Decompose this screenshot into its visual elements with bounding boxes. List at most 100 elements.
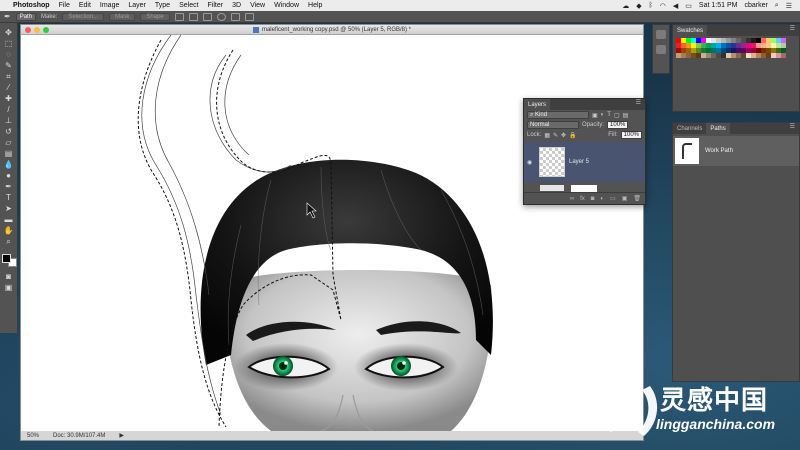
clock[interactable]: Sat 1:51 PM — [699, 2, 738, 9]
filter-adjustment-icon[interactable]: ◐ — [601, 112, 605, 118]
volume-icon[interactable]: ◀ — [673, 2, 678, 10]
layer-rename-field[interactable] — [571, 185, 597, 192]
zoom-tool-icon[interactable]: ⌕ — [3, 237, 15, 246]
spotlight-icon[interactable]: ⌕ — [775, 2, 779, 10]
swatch-grid[interactable] — [673, 36, 799, 60]
notification-center-icon[interactable]: ☰ — [786, 2, 792, 10]
layer-style-icon[interactable]: fx — [580, 196, 585, 202]
blur-tool-icon[interactable]: 💧 — [3, 160, 15, 169]
path-arrangement-icon[interactable] — [202, 12, 212, 21]
blend-mode-select[interactable]: Normal — [527, 121, 579, 129]
quick-mask-icon[interactable]: ◙ — [3, 272, 15, 281]
layer-row[interactable]: ◉ Layer 5 — [524, 142, 645, 182]
panel-menu-icon[interactable]: ☰ — [636, 99, 645, 110]
document-info[interactable]: Doc: 30.9M/107.4M — [53, 433, 105, 439]
path-selection-tool-icon[interactable]: ➤ — [3, 204, 15, 213]
lock-transparent-icon[interactable]: ▦ — [544, 132, 550, 139]
layer-name[interactable]: Layer 5 — [569, 159, 589, 165]
wifi-icon[interactable]: ◠ — [660, 2, 666, 10]
zoom-window-button[interactable] — [43, 27, 49, 33]
opacity-input[interactable]: 100% — [607, 121, 629, 129]
menu-select[interactable]: Select — [179, 2, 198, 9]
document-title-bar[interactable]: maleficent_working copy.psd @ 50% (Layer… — [21, 25, 643, 35]
color-swatches[interactable] — [1, 254, 17, 270]
foreground-color-swatch[interactable] — [1, 254, 11, 263]
tab-layers[interactable]: Layers — [524, 99, 551, 110]
user-name[interactable]: cbarker — [744, 2, 767, 9]
gradient-tool-icon[interactable]: ▤ — [3, 149, 15, 158]
status-menu-arrow-icon[interactable]: ▶ — [119, 432, 124, 439]
dodge-tool-icon[interactable]: ● — [3, 171, 15, 180]
menu-3d[interactable]: 3D — [232, 2, 241, 9]
filter-shape-icon[interactable]: ▢ — [614, 112, 620, 119]
filter-kind-select[interactable]: ⌕ Kind — [527, 111, 589, 119]
tab-channels[interactable]: Channels — [673, 123, 706, 134]
brush-tool-icon[interactable]: / — [3, 105, 15, 114]
make-mask-button[interactable]: Mask — [109, 12, 136, 21]
close-window-button[interactable] — [25, 27, 31, 33]
color-swatch[interactable] — [781, 53, 786, 58]
zoom-level[interactable]: 50% — [27, 433, 39, 439]
gear-icon[interactable] — [216, 12, 226, 21]
properties-panel-icon[interactable] — [656, 45, 666, 54]
auto-add-delete-icon[interactable] — [230, 12, 240, 21]
path-operations-icon[interactable] — [174, 12, 184, 21]
new-layer-icon[interactable]: ▣ — [622, 195, 628, 202]
menu-layer[interactable]: Layer — [128, 2, 146, 9]
shape-tool-icon[interactable]: ▬ — [3, 215, 15, 224]
lock-brush-icon[interactable]: ✎ — [553, 132, 558, 139]
tab-swatches[interactable]: Swatches — [673, 25, 708, 36]
filter-pixel-icon[interactable]: ▣ — [592, 112, 598, 119]
lock-move-icon[interactable]: ✥ — [561, 132, 566, 139]
minimize-window-button[interactable] — [34, 27, 40, 33]
delete-layer-icon[interactable]: 🗑 — [633, 195, 641, 202]
battery-icon[interactable]: ▭ — [685, 2, 692, 10]
add-mask-icon[interactable]: ◙ — [591, 196, 595, 202]
move-tool-icon[interactable]: ✥ — [3, 28, 15, 37]
marquee-tool-icon[interactable]: ⬚ — [3, 39, 15, 48]
healing-brush-tool-icon[interactable]: ✚ — [3, 94, 15, 103]
filter-smart-object-icon[interactable]: ▤ — [623, 112, 629, 119]
pen-tool-icon[interactable]: ✒ — [4, 12, 11, 21]
lock-all-icon[interactable]: 🔒 — [569, 132, 576, 139]
screen-mode-icon[interactable]: ▣ — [3, 283, 15, 292]
panel-menu-icon[interactable]: ☰ — [790, 123, 799, 134]
link-layers-icon[interactable]: ∞ — [570, 196, 574, 202]
eyedropper-tool-icon[interactable]: ⁄ — [3, 83, 15, 92]
menu-view[interactable]: View — [250, 2, 265, 9]
layer-visibility-eye-icon[interactable]: ◉ — [527, 159, 535, 166]
crop-tool-icon[interactable]: ⌗ — [3, 72, 15, 81]
quick-selection-tool-icon[interactable]: ✎ — [3, 61, 15, 70]
make-selection-button[interactable]: Selection... — [62, 12, 105, 21]
path-item[interactable]: Work Path — [673, 136, 799, 166]
menu-image[interactable]: Image — [100, 2, 119, 9]
lasso-tool-icon[interactable]: ◌ — [3, 50, 15, 59]
tab-paths[interactable]: Paths — [706, 123, 730, 134]
dropbox-icon[interactable]: ◆ — [636, 2, 641, 10]
path-alignment-icon[interactable] — [188, 12, 198, 21]
fill-input[interactable]: 100% — [620, 131, 642, 139]
menu-edit[interactable]: Edit — [79, 2, 91, 9]
menu-type[interactable]: Type — [155, 2, 170, 9]
path-mode-select[interactable]: Path — [15, 12, 37, 21]
creative-cloud-icon[interactable]: ☁ — [622, 2, 629, 10]
menu-file[interactable]: File — [59, 2, 70, 9]
make-shape-button[interactable]: Shape — [140, 12, 170, 21]
menu-window[interactable]: Window — [274, 2, 299, 9]
eraser-tool-icon[interactable]: ▱ — [3, 138, 15, 147]
pen-tool-icon[interactable]: ✒ — [3, 182, 15, 191]
clone-stamp-tool-icon[interactable]: ⊥ — [3, 116, 15, 125]
menu-help[interactable]: Help — [308, 2, 322, 9]
history-brush-tool-icon[interactable]: ↺ — [3, 127, 15, 136]
type-tool-icon[interactable]: T — [3, 193, 15, 202]
panel-menu-icon[interactable]: ☰ — [790, 25, 799, 36]
new-group-icon[interactable]: ▭ — [610, 195, 616, 202]
app-menu[interactable]: Photoshop — [13, 2, 50, 9]
align-edges-icon[interactable] — [244, 12, 254, 21]
image-canvas[interactable] — [21, 35, 643, 431]
filter-type-icon[interactable]: T — [607, 112, 611, 118]
bluetooth-icon[interactable]: ᛒ — [649, 2, 653, 9]
history-panel-icon[interactable] — [656, 30, 666, 39]
menu-filter[interactable]: Filter — [208, 2, 224, 9]
adjustment-layer-icon[interactable]: ◐ — [600, 196, 604, 202]
